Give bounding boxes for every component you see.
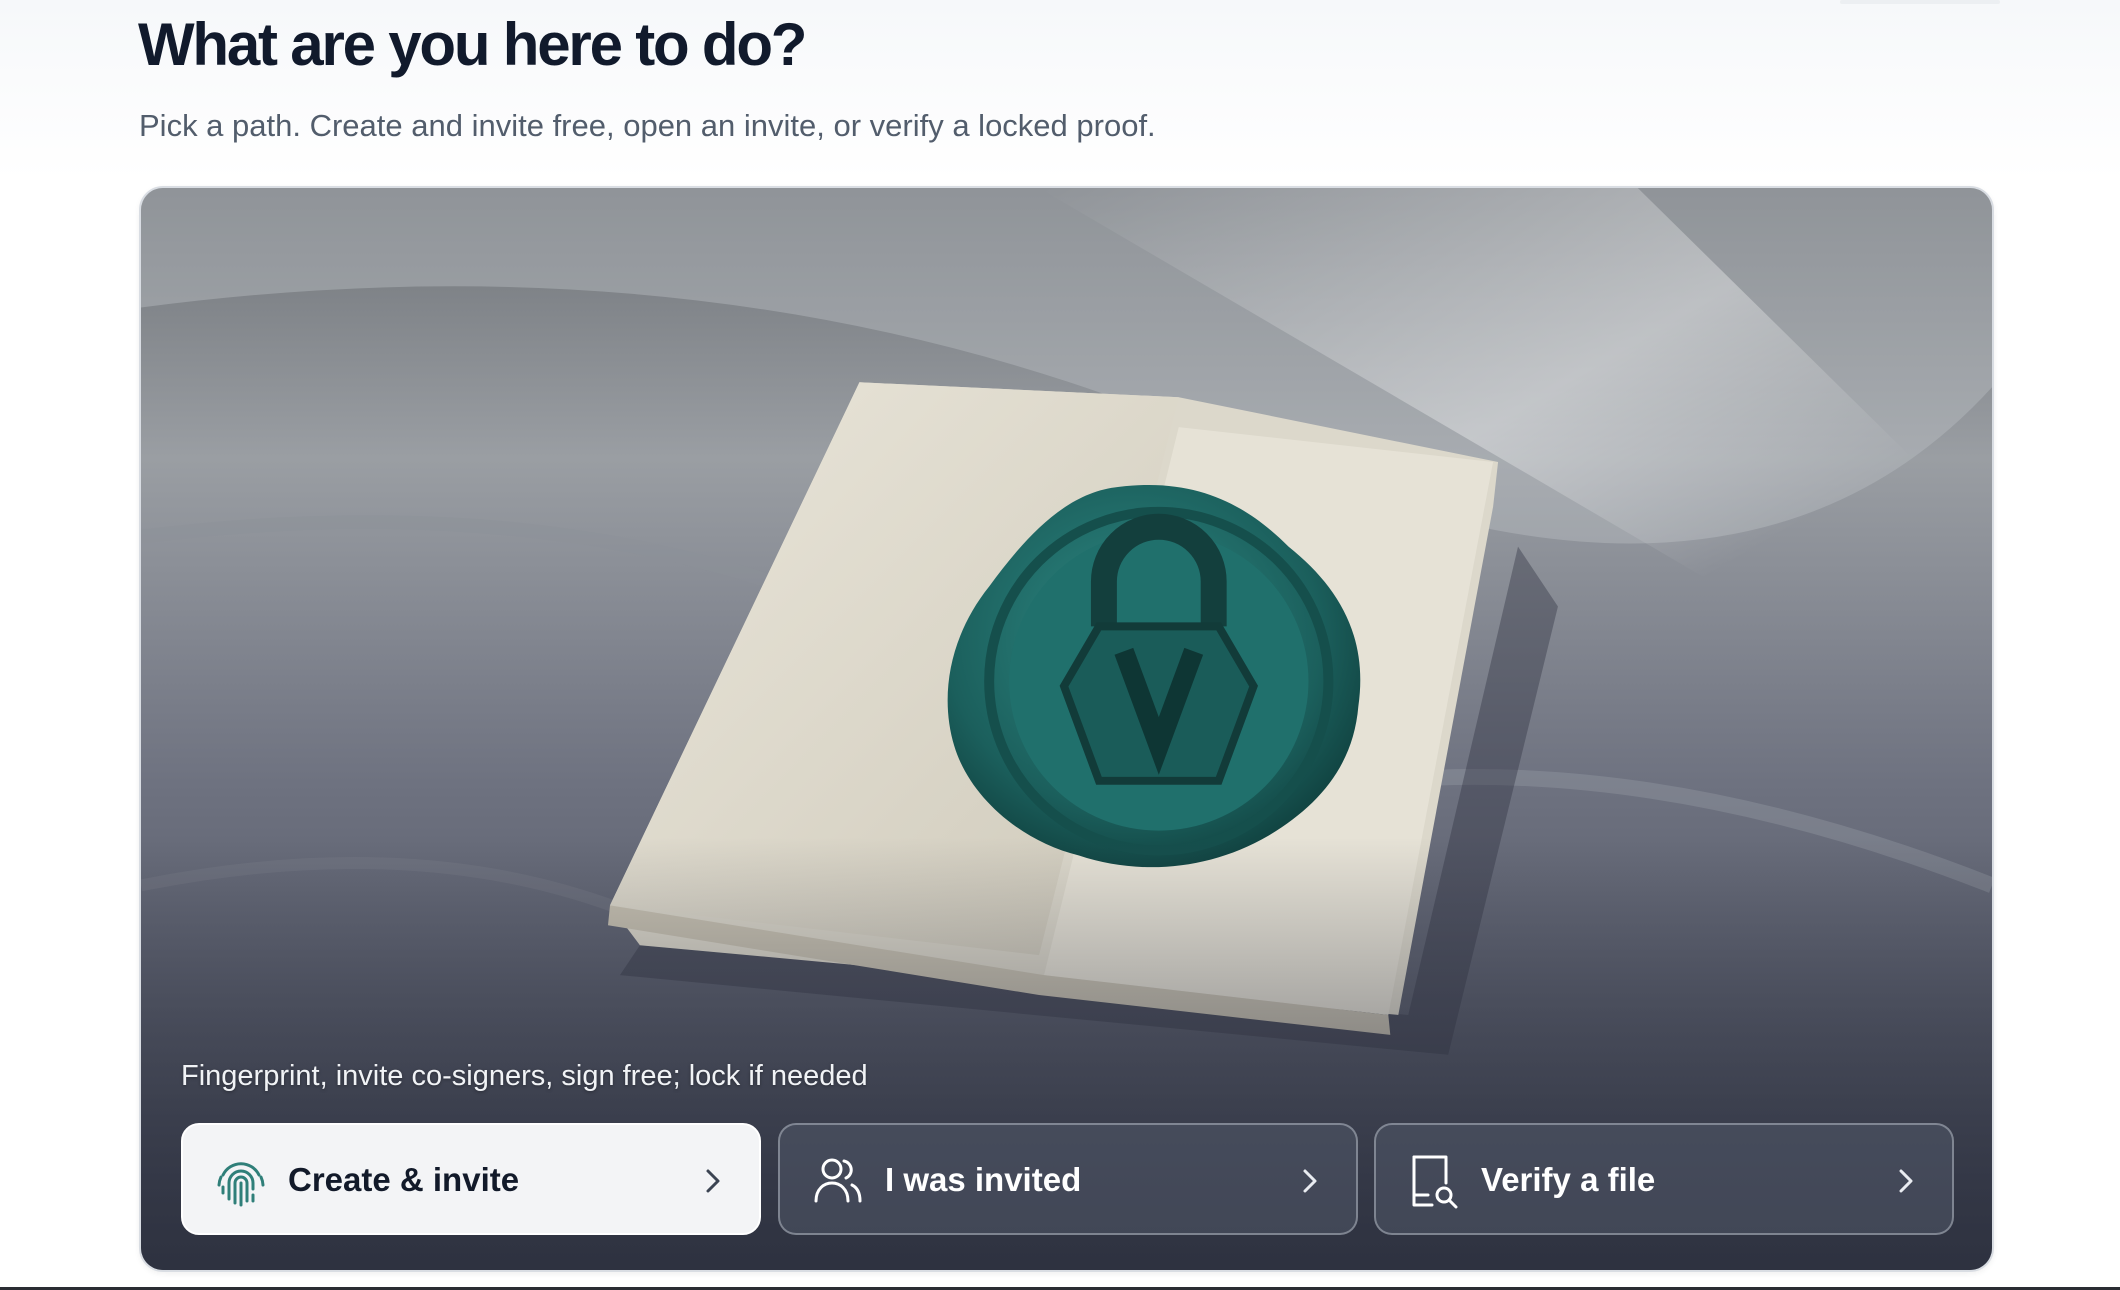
action-buttons: Create & invite I was invited Verify a f… (181, 1123, 1956, 1235)
chevron-right-icon (1899, 1169, 1913, 1193)
i-was-invited-button[interactable]: I was invited (778, 1123, 1358, 1235)
page: What are you here to do? Pick a path. Cr… (0, 0, 2120, 1290)
hero-caption: Fingerprint, invite co-signers, sign fre… (181, 1060, 868, 1092)
file-search-icon (1412, 1155, 1458, 1209)
i-was-invited-label: I was invited (885, 1161, 1082, 1198)
chevron-right-icon (706, 1169, 720, 1193)
fingerprint-icon (217, 1162, 265, 1207)
top-divider (1840, 0, 2000, 4)
page-subtitle: Pick a path. Create and invite free, ope… (139, 108, 1156, 143)
verify-file-button[interactable]: Verify a file (1374, 1123, 1954, 1235)
hero-card: Fingerprint, invite co-signers, sign fre… (139, 186, 1994, 1272)
create-invite-label: Create & invite (288, 1161, 520, 1198)
verify-file-label: Verify a file (1481, 1161, 1656, 1198)
create-invite-button[interactable]: Create & invite (181, 1123, 761, 1235)
page-title: What are you here to do? (138, 11, 807, 78)
chevron-right-icon (1303, 1169, 1317, 1193)
users-icon (814, 1158, 862, 1203)
wax-seal-lock-icon (141, 188, 1992, 1270)
